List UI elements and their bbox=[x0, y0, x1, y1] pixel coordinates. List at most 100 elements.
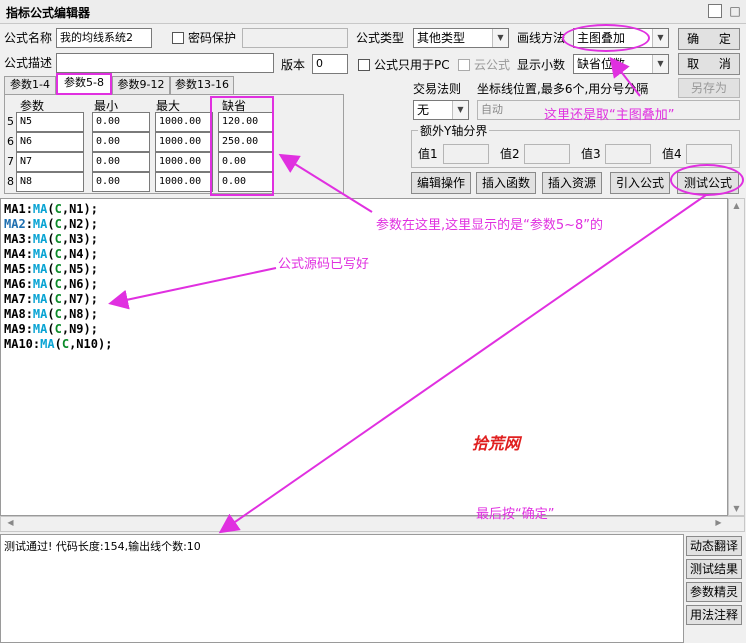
edit-operation-button[interactable]: 编辑操作 bbox=[411, 172, 471, 194]
param-max-input[interactable]: 1000.00 bbox=[155, 132, 213, 152]
formula-desc-input[interactable] bbox=[56, 53, 274, 73]
decimals-select[interactable]: 缺省位数 ▼ bbox=[573, 54, 669, 74]
code-punct: ( bbox=[47, 247, 55, 261]
code-punct: ); bbox=[83, 292, 98, 306]
code-line: MA9:MA(C,N9); bbox=[4, 322, 98, 337]
param-min-input[interactable]: 0.00 bbox=[92, 132, 150, 152]
version-input[interactable]: 0 bbox=[312, 54, 348, 74]
param-row-number: 6 bbox=[7, 135, 14, 148]
param-max-input[interactable]: 1000.00 bbox=[155, 172, 213, 192]
y-value-3-label: 值3 bbox=[581, 147, 601, 161]
code-line: MA5:MA(C,N5); bbox=[4, 262, 98, 277]
param-name-input[interactable]: N5 bbox=[16, 112, 84, 132]
code-punct: ( bbox=[47, 217, 55, 231]
code-var-name: MA4 bbox=[4, 247, 26, 261]
code-arg: N3 bbox=[69, 232, 84, 246]
code-function: MA bbox=[32, 202, 48, 216]
code-var-name: MA10 bbox=[4, 337, 33, 351]
code-line: MA2:MA(C,N2); bbox=[4, 217, 98, 232]
code-source-var: C bbox=[61, 337, 70, 351]
param-max-input[interactable]: 1000.00 bbox=[155, 112, 213, 132]
code-source-var: C bbox=[54, 277, 62, 291]
param-row-number: 8 bbox=[7, 175, 14, 188]
code-function: MA bbox=[32, 277, 48, 291]
editor-horizontal-scrollbar[interactable]: ◀ ▶ bbox=[0, 516, 745, 532]
code-punct: : bbox=[25, 232, 33, 246]
code-punct: : bbox=[25, 202, 33, 216]
password-input[interactable] bbox=[242, 28, 348, 48]
code-editor[interactable]: MA1:MA(C,N1); MA2:MA(C,N2); MA3:MA(C,N3); M… bbox=[0, 198, 728, 516]
editor-vertical-scrollbar[interactable]: ▲ ▼ bbox=[728, 198, 745, 516]
code-punct: ); bbox=[83, 247, 98, 261]
param-min-input[interactable]: 0.00 bbox=[92, 112, 150, 132]
scroll-right-icon[interactable]: ▶ bbox=[711, 518, 726, 527]
param-wizard-button[interactable]: 参数精灵 bbox=[686, 582, 742, 602]
code-punct: : bbox=[25, 277, 33, 291]
code-function: MA bbox=[40, 337, 55, 351]
code-var-name: MA6 bbox=[4, 277, 26, 291]
highlight-draw-method-ellipse bbox=[562, 24, 650, 52]
y-value-1-input[interactable] bbox=[443, 144, 489, 164]
y-value-3-input[interactable] bbox=[605, 144, 651, 164]
tab-params-13-16[interactable]: 参数13-16 bbox=[170, 76, 234, 94]
cancel-button[interactable]: 取 消 bbox=[678, 53, 740, 75]
param-max-input[interactable]: 1000.00 bbox=[155, 152, 213, 172]
dynamic-translate-button[interactable]: 动态翻译 bbox=[686, 536, 742, 556]
version-label: 版本 bbox=[281, 58, 306, 72]
formula-type-select[interactable]: 其他类型 ▼ bbox=[413, 28, 509, 48]
code-source-var: C bbox=[54, 232, 62, 246]
save-as-button[interactable]: 另存为 bbox=[678, 78, 740, 98]
code-source-var: C bbox=[54, 262, 62, 276]
password-checkbox[interactable] bbox=[172, 32, 184, 44]
cloud-checkbox[interactable] bbox=[458, 59, 470, 71]
y-value-4-input[interactable] bbox=[686, 144, 732, 164]
scroll-down-icon[interactable]: ▼ bbox=[729, 504, 744, 513]
code-punct: : bbox=[25, 217, 33, 231]
formula-name-label: 公式名称 bbox=[4, 31, 53, 45]
code-punct: , bbox=[61, 307, 70, 321]
param-min-input[interactable]: 0.00 bbox=[92, 172, 150, 192]
usage-notes-button[interactable]: 用法注释 bbox=[686, 605, 742, 625]
code-function: MA bbox=[32, 262, 48, 276]
code-var-name: MA2 bbox=[4, 217, 26, 231]
code-arg: N1 bbox=[69, 202, 84, 216]
pc-only-checkbox[interactable] bbox=[358, 59, 370, 71]
test-result-button[interactable]: 测试结果 bbox=[686, 559, 742, 579]
window-title: 指标公式编辑器 bbox=[6, 6, 91, 20]
test-output-text: 测试通过! 代码长度:154,输出线个数:10 bbox=[4, 540, 201, 553]
code-source-var: C bbox=[54, 322, 62, 336]
code-punct: : bbox=[25, 292, 33, 306]
param-name-input[interactable]: N7 bbox=[16, 152, 84, 172]
y-value-2-input[interactable] bbox=[524, 144, 570, 164]
restore-icon[interactable]: □ bbox=[728, 4, 742, 18]
formula-name-input[interactable]: 我的均线系统2 bbox=[56, 28, 152, 48]
annotation-params: 参数在这里,这里显示的是“参数5~8”的 bbox=[376, 218, 604, 233]
scroll-up-icon[interactable]: ▲ bbox=[729, 201, 744, 210]
trade-rule-value: 无 bbox=[417, 103, 430, 117]
ok-button[interactable]: 确 定 bbox=[678, 28, 740, 50]
tab-params-1-4[interactable]: 参数1-4 bbox=[4, 76, 56, 94]
code-punct: ( bbox=[47, 232, 55, 246]
code-punct: ( bbox=[54, 337, 62, 351]
param-name-input[interactable]: N6 bbox=[16, 132, 84, 152]
coord-label: 坐标线位置,最多6个,用分号分隔 bbox=[477, 82, 649, 96]
param-name-input[interactable]: N8 bbox=[16, 172, 84, 192]
trade-rule-select[interactable]: 无 ▼ bbox=[413, 100, 469, 120]
code-punct: ); bbox=[83, 277, 98, 291]
highlight-test-button-ellipse bbox=[670, 164, 744, 196]
insert-function-button[interactable]: 插入函数 bbox=[476, 172, 536, 194]
trade-rule-label: 交易法则 bbox=[413, 82, 462, 96]
insert-resource-button[interactable]: 插入资源 bbox=[542, 172, 602, 194]
code-line: MA8:MA(C,N8); bbox=[4, 307, 98, 322]
tab-params-9-12[interactable]: 参数9-12 bbox=[112, 76, 170, 94]
password-label: 密码保护 bbox=[188, 31, 237, 45]
code-arg: N6 bbox=[69, 277, 84, 291]
import-formula-button[interactable]: 引入公式 bbox=[610, 172, 670, 194]
param-min-input[interactable]: 0.00 bbox=[92, 152, 150, 172]
param-row-number: 7 bbox=[7, 155, 14, 168]
code-punct: : bbox=[25, 262, 33, 276]
code-punct: : bbox=[25, 307, 33, 321]
close-icon[interactable] bbox=[708, 4, 722, 18]
code-var-name: MA9 bbox=[4, 322, 26, 336]
scroll-left-icon[interactable]: ◀ bbox=[3, 518, 18, 527]
